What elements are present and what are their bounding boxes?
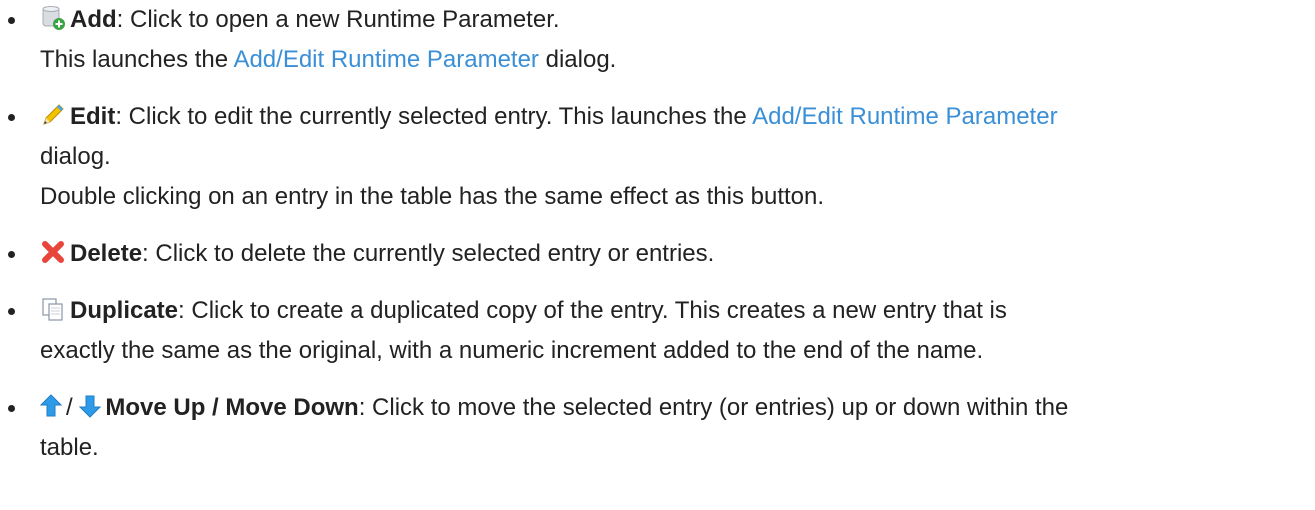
add-edit-runtime-parameter-link[interactable]: Add/Edit Runtime Parameter bbox=[233, 46, 538, 73]
list-item-line: Duplicate: Click to create a duplicated … bbox=[40, 291, 1315, 331]
bullet bbox=[8, 405, 15, 412]
list-item-line: This launches the Add/Edit Runtime Param… bbox=[40, 40, 1315, 80]
list-item-line: Edit: Click to edit the currently select… bbox=[40, 97, 1315, 137]
add-edit-runtime-parameter-link[interactable]: Add/Edit Runtime Parameter bbox=[752, 103, 1057, 130]
add-database-icon bbox=[40, 5, 66, 31]
list-item-move: / Move Up / Move Down: Click to move the… bbox=[0, 388, 1315, 468]
list-item-line: / Move Up / Move Down: Click to move the… bbox=[40, 388, 1315, 428]
description: : Click to edit the currently selected e… bbox=[115, 103, 753, 130]
term-add: Add bbox=[70, 6, 117, 33]
bullet bbox=[8, 308, 15, 315]
help-document: Add: Click to open a new Runtime Paramet… bbox=[0, 0, 1315, 510]
red-x-icon bbox=[40, 239, 66, 265]
term-delete: Delete bbox=[70, 240, 143, 267]
bullet bbox=[8, 17, 15, 24]
list-item-line: table. bbox=[40, 434, 99, 461]
bullet bbox=[8, 114, 15, 121]
list-item-delete: Delete: Click to delete the currently se… bbox=[0, 234, 1315, 274]
list-item-line: Add: Click to open a new Runtime Paramet… bbox=[40, 0, 1315, 40]
toolbar-button-list: Add: Click to open a new Runtime Paramet… bbox=[0, 0, 1315, 468]
duplicate-pages-icon bbox=[40, 296, 66, 322]
term-edit: Edit bbox=[70, 103, 116, 130]
pencil-icon bbox=[40, 102, 66, 128]
bullet bbox=[8, 251, 15, 258]
list-item-line: exactly the same as the original, with a… bbox=[40, 337, 984, 364]
list-item-line: dialog. bbox=[40, 143, 111, 170]
term-move-up-move-down: Move Up / Move Down bbox=[105, 394, 359, 421]
list-item-duplicate: Duplicate: Click to create a duplicated … bbox=[0, 291, 1315, 371]
list-item-line: Double clicking on an entry in the table… bbox=[40, 183, 825, 210]
term-duplicate: Duplicate bbox=[70, 297, 179, 324]
list-item-line: Delete: Click to delete the currently se… bbox=[40, 234, 1315, 274]
description: : Click to delete the currently selected… bbox=[142, 240, 715, 267]
description: : Click to create a duplicated copy of t… bbox=[178, 297, 1007, 324]
up-arrow-icon bbox=[40, 393, 62, 419]
list-item-edit: Edit: Click to edit the currently select… bbox=[0, 97, 1315, 217]
arrow-separator: / bbox=[66, 394, 73, 421]
description: : Click to open a new Runtime Parameter. bbox=[116, 6, 560, 33]
down-arrow-icon bbox=[79, 393, 102, 419]
description: : Click to move the selected entry (or e… bbox=[358, 394, 1069, 421]
list-item-add: Add: Click to open a new Runtime Paramet… bbox=[0, 0, 1315, 80]
description: This launches the bbox=[40, 46, 234, 73]
description: dialog. bbox=[538, 46, 617, 73]
